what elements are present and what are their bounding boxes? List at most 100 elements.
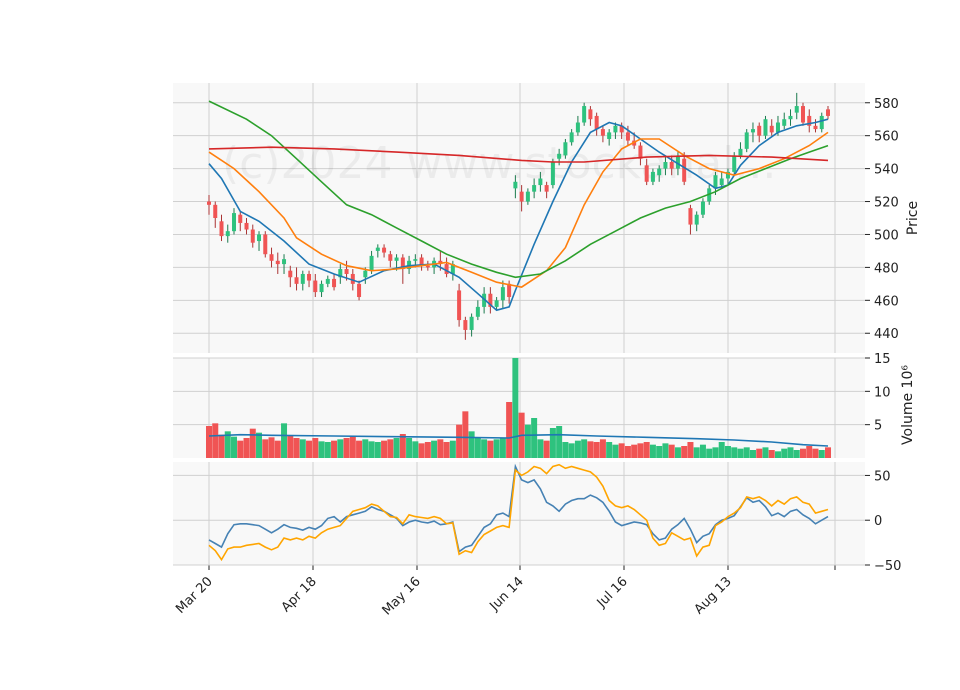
candle-body <box>625 132 630 141</box>
candle-body <box>819 115 824 130</box>
volume-bar <box>693 447 700 458</box>
candle-body <box>657 168 662 176</box>
candle-body <box>244 222 249 230</box>
volume-bar <box>287 435 294 458</box>
volume-bar <box>581 439 588 458</box>
volume-bar <box>387 439 394 458</box>
oscillator-tick-label: 0 <box>874 514 882 529</box>
candle-body <box>575 122 580 133</box>
oscillator-tick-label: −50 <box>874 559 901 574</box>
x-tick-label: Jun 14 <box>487 574 527 614</box>
volume-bar <box>668 444 675 458</box>
candle-body <box>813 125 818 130</box>
volume-bar <box>662 443 669 458</box>
candle-body <box>557 153 562 159</box>
volume-bar <box>556 426 563 458</box>
price-tick-label: 440 <box>874 327 899 342</box>
volume-tick-label: 10 <box>874 385 891 400</box>
x-tick-label: Apr 18 <box>279 574 320 615</box>
volume-bar <box>787 447 794 458</box>
candle-body <box>732 155 737 172</box>
candle-body <box>613 125 618 133</box>
volume-bar <box>793 450 800 458</box>
volume-bar <box>587 441 594 458</box>
candle-body <box>463 320 468 330</box>
candle-body <box>794 106 799 113</box>
candle-body <box>688 208 693 225</box>
volume-bar <box>574 440 581 458</box>
candle-body <box>388 254 393 261</box>
volume-bar <box>568 443 575 458</box>
volume-bar <box>306 440 313 458</box>
candle-body <box>325 278 330 284</box>
volume-bar <box>637 443 644 458</box>
candle-body <box>669 162 674 169</box>
volume-bar <box>643 442 650 458</box>
watermark: (c)2024 www.stockanal... <box>222 138 776 189</box>
candle-body <box>763 119 768 136</box>
volume-bar <box>656 446 663 458</box>
volume-bar <box>293 438 300 458</box>
volume-bar <box>349 436 356 458</box>
candle-body <box>257 234 262 242</box>
candle-body <box>300 273 305 284</box>
volume-bar <box>249 428 256 458</box>
volume-bar <box>812 448 819 458</box>
candle-body <box>582 106 587 123</box>
volume-bar <box>506 402 513 458</box>
candle-body <box>538 178 543 186</box>
volume-bar <box>299 439 306 458</box>
candle-body <box>494 300 499 307</box>
volume-bar <box>324 442 331 458</box>
candle-body <box>563 142 568 156</box>
volume-bar <box>731 447 738 458</box>
candle-body <box>357 283 362 298</box>
volume-bar <box>437 439 444 458</box>
volume-bar <box>825 447 831 458</box>
candle-body <box>269 254 274 261</box>
candle-body <box>225 231 230 237</box>
volume-bar <box>393 438 400 458</box>
volume-bar <box>499 438 506 458</box>
candle-body <box>750 129 755 133</box>
volume-bar <box>756 448 763 458</box>
candle-body <box>413 259 418 261</box>
volume-bar <box>406 438 413 458</box>
price-panel-bg <box>173 83 865 353</box>
volume-bar <box>706 448 713 458</box>
candle-body <box>788 115 793 120</box>
volume-bar <box>762 447 769 458</box>
volume-bar <box>318 441 325 458</box>
x-tick-label: May 16 <box>380 574 424 618</box>
oscillator-tick-label: 50 <box>874 469 891 484</box>
volume-bar <box>768 450 775 458</box>
volume-bar <box>687 442 694 458</box>
volume-bar <box>412 441 419 458</box>
volume-bar <box>799 448 806 458</box>
volume-bar <box>268 437 275 458</box>
candle-body <box>694 214 699 225</box>
candle-body <box>213 204 218 218</box>
volume-axis-title: Volume 10⁶ <box>900 365 916 445</box>
candle-body <box>375 247 380 251</box>
candle-body <box>275 260 280 265</box>
volume-bar <box>362 439 369 458</box>
volume-bar <box>399 434 406 458</box>
candle-body <box>207 201 211 205</box>
candle-body <box>294 277 299 284</box>
candle-body <box>232 213 237 232</box>
volume-bar <box>606 442 613 458</box>
candle-body <box>282 259 287 265</box>
candle-body <box>532 185 537 192</box>
candle-body <box>425 265 430 268</box>
price-axis-title: Price <box>905 201 921 235</box>
candle-body <box>250 229 255 243</box>
volume-bar <box>431 440 438 458</box>
candle-body <box>713 175 718 189</box>
volume-bar <box>712 447 719 458</box>
volume-bar <box>599 439 606 458</box>
candle-body <box>475 306 480 317</box>
candle-body <box>238 214 243 223</box>
candle-body <box>444 264 449 274</box>
candle-body <box>719 178 724 186</box>
